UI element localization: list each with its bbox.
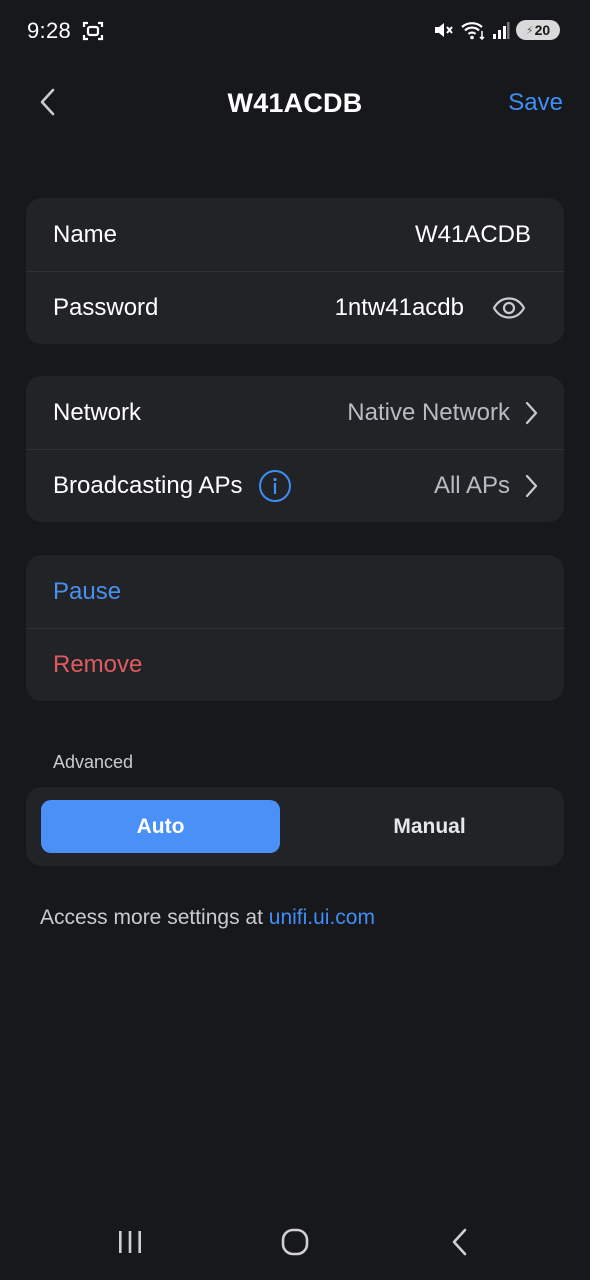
network-value-group: Native Network (347, 376, 538, 449)
pause-button[interactable]: Pause (53, 578, 121, 606)
battery-icon: ⚡ 20 (516, 20, 560, 40)
back-icon (452, 1228, 467, 1256)
advanced-segmented-control: Auto Manual (26, 787, 564, 866)
remove-row[interactable]: Remove (26, 628, 564, 701)
network-card: Network Native Network Broadcasting APs … (26, 376, 564, 522)
name-row[interactable]: Name W41ACDB (26, 198, 564, 271)
system-back-button[interactable] (430, 1218, 490, 1266)
network-label: Network (53, 398, 142, 426)
name-label: Name (53, 220, 118, 248)
manual-option[interactable]: Manual (310, 800, 549, 853)
broadcasting-aps-row[interactable]: Broadcasting APs All APs (26, 449, 564, 522)
recent-apps-icon (119, 1231, 141, 1253)
battery-level: 20 (534, 22, 551, 38)
mute-icon (432, 19, 454, 41)
auto-option[interactable]: Auto (41, 800, 280, 853)
advanced-label: Advanced (53, 752, 134, 772)
footer-prefix: Access more settings at (40, 906, 269, 929)
network-row[interactable]: Network Native Network (26, 376, 564, 449)
status-bar: 9:28 ⚡ 20 (0, 0, 590, 60)
password-value: 1ntw41acdb (334, 294, 464, 321)
chevron-right-icon (524, 474, 538, 498)
save-button[interactable]: Save (508, 89, 563, 117)
signal-icon (492, 20, 510, 40)
remove-button[interactable]: Remove (53, 651, 142, 679)
network-value: Native Network (347, 398, 510, 426)
page-title: W41ACDB (227, 88, 363, 118)
actions-card: Pause Remove (26, 555, 564, 701)
home-icon (281, 1228, 309, 1256)
password-value-group: 1ntw41acdb (335, 272, 526, 344)
header: W41ACDB Save (0, 70, 590, 136)
system-nav-bar (0, 1200, 590, 1280)
home-button[interactable] (265, 1218, 325, 1266)
broadcasting-aps-value: All APs (433, 472, 510, 499)
eye-icon[interactable] (492, 296, 526, 320)
password-row[interactable]: Password 1ntw41acdb (26, 271, 564, 344)
password-label: Password (53, 294, 159, 321)
screenshot-icon (82, 20, 104, 42)
wifi-icon (460, 19, 486, 41)
broadcasting-aps-label: Broadcasting APs (53, 472, 243, 499)
info-icon[interactable] (258, 469, 292, 503)
status-icons: ⚡ 20 (432, 18, 560, 42)
name-value: W41ACDB (414, 220, 531, 248)
status-time: 9:28 (27, 18, 72, 43)
credentials-card: Name W41ACDB Password 1ntw41acdb (26, 198, 564, 344)
screen: 9:28 ⚡ 20 W41ACDB Save Name W41ACDB Pass… (0, 0, 590, 1280)
pause-row[interactable]: Pause (26, 555, 564, 628)
unifi-link[interactable]: unifi.ui.com (269, 906, 375, 929)
broadcasting-aps-value-group: All APs (434, 450, 538, 522)
footer-note: Access more settings at unifi.ui.com (40, 906, 375, 930)
chevron-right-icon (524, 401, 538, 425)
recent-apps-button[interactable] (100, 1218, 160, 1266)
